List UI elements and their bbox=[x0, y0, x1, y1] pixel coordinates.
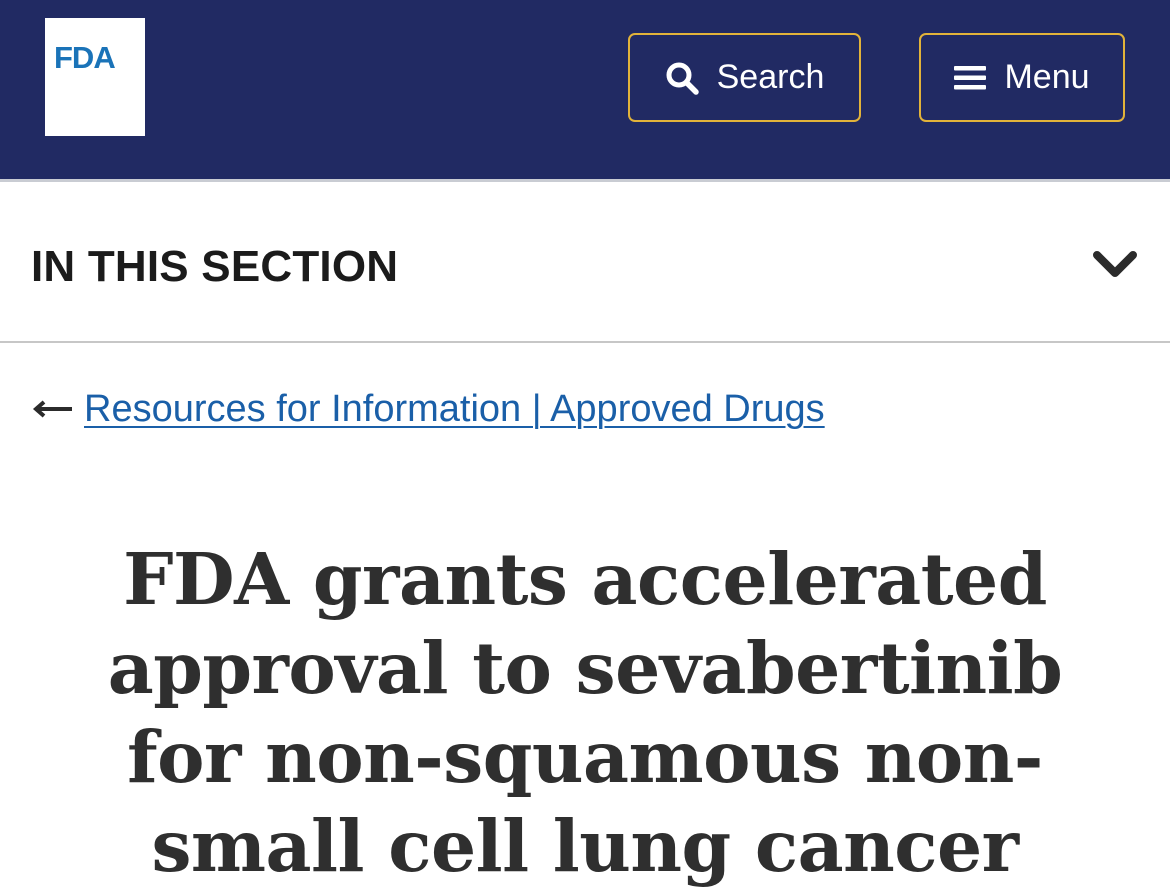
arrow-left-icon bbox=[32, 400, 72, 418]
search-button[interactable]: Search bbox=[628, 33, 861, 122]
breadcrumb: Resources for Information | Approved Dru… bbox=[32, 384, 825, 434]
search-icon bbox=[665, 61, 699, 95]
fda-logo[interactable]: FDA bbox=[45, 18, 145, 136]
menu-button-label: Menu bbox=[1004, 58, 1090, 96]
chevron-down-icon bbox=[1093, 251, 1137, 277]
menu-button[interactable]: Menu bbox=[919, 33, 1125, 122]
section-title: IN THIS SECTION bbox=[31, 242, 399, 291]
search-button-label: Search bbox=[716, 58, 825, 96]
page-title: FDA grants accelerated approval to sevab… bbox=[107, 537, 1063, 888]
hamburger-icon bbox=[954, 65, 987, 91]
site-header: FDA Search Menu bbox=[0, 0, 1170, 182]
in-this-section-toggle[interactable]: IN THIS SECTION bbox=[0, 185, 1170, 343]
logo-text: FDA bbox=[54, 40, 116, 75]
breadcrumb-link[interactable]: Resources for Information | Approved Dru… bbox=[84, 388, 825, 431]
